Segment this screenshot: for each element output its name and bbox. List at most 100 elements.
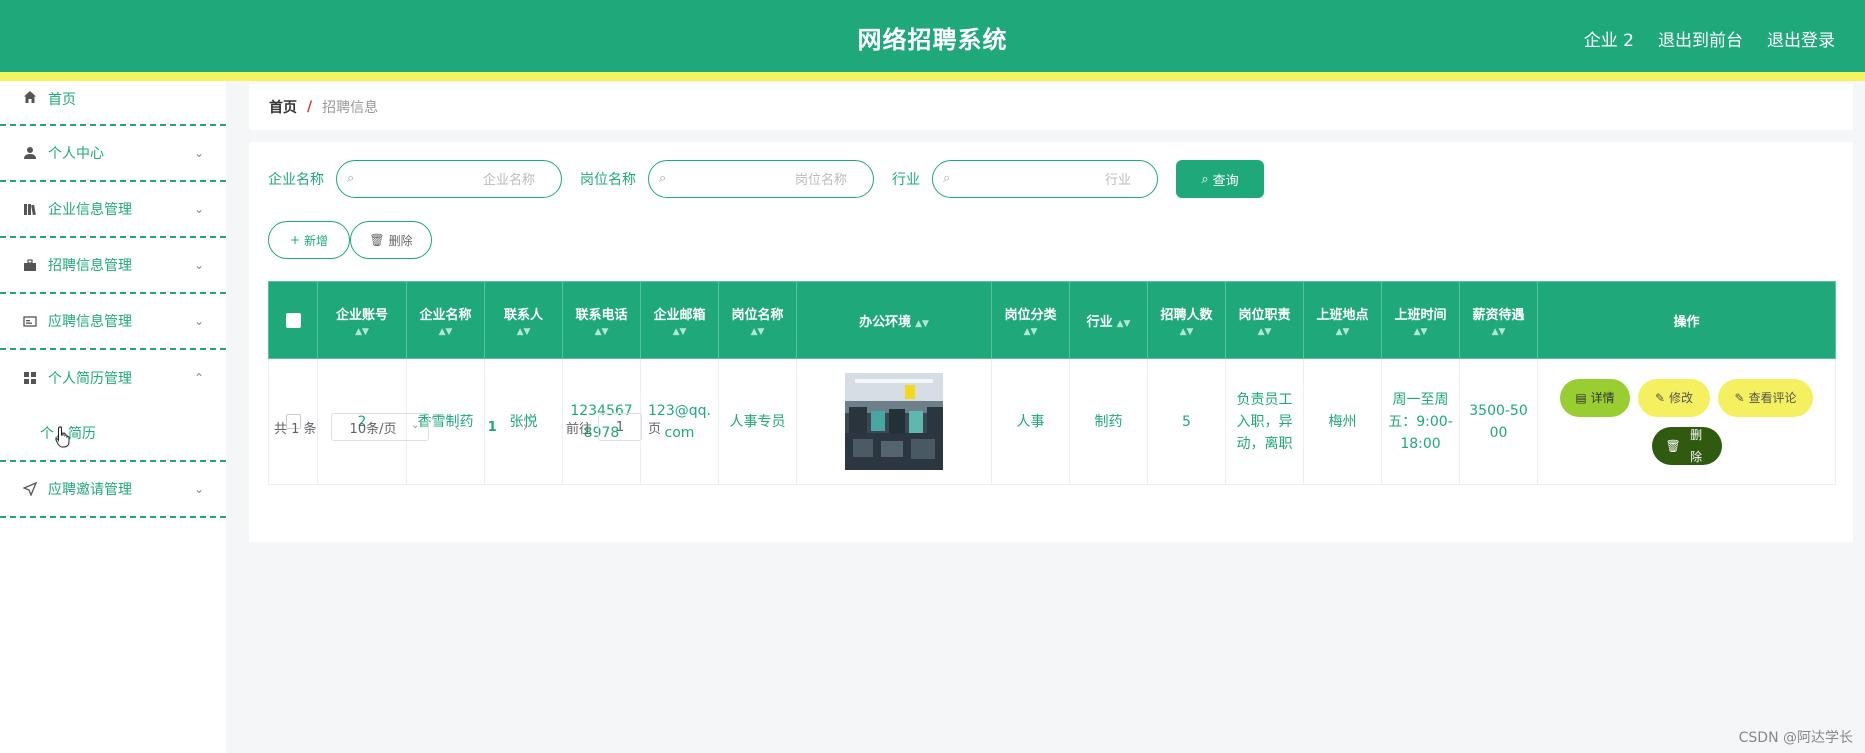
top-header: 网络招聘系统 企业 2 退出到前台 退出登录	[0, 0, 1865, 81]
add-button-label: 新增	[304, 233, 329, 248]
current-user-link[interactable]: 企业 2	[1584, 26, 1634, 51]
sidebar-item-recruitment-info[interactable]: 招聘信息管理 ⌄	[0, 238, 226, 294]
document-icon: ▤	[1575, 390, 1587, 405]
cell-salary: 3500-5000	[1459, 358, 1538, 485]
column-header-operations: 操作	[1537, 281, 1836, 359]
sort-icon: ▲▼	[750, 326, 765, 337]
cell-hours: 周一至周五：9:00-18:00	[1381, 358, 1460, 485]
sidebar-item-home[interactable]: 首页	[0, 81, 226, 126]
send-icon	[22, 481, 38, 497]
back-to-frontend-link[interactable]: 退出到前台	[1658, 26, 1743, 51]
user-icon	[22, 145, 38, 161]
sidebar-item-label: 个人中心	[48, 146, 104, 162]
goto-page-input[interactable]: 1	[598, 413, 643, 441]
next-page-icon[interactable]: ›	[523, 420, 528, 435]
goto-prefix: 前往	[566, 421, 593, 437]
office-environment-image[interactable]	[845, 373, 943, 470]
sidebar-item-company-info[interactable]: 企业信息管理 ⌄	[0, 182, 226, 238]
detail-button[interactable]: ▤ 详情	[1560, 378, 1630, 417]
column-header[interactable]: 企业账号 ▲▼	[317, 281, 407, 359]
sort-icon: ▲▼	[594, 326, 609, 337]
column-header[interactable]: 联系人 ▲▼	[484, 281, 563, 359]
column-header[interactable]: 岗位名称 ▲▼	[718, 281, 797, 359]
cell-category: 人事	[991, 358, 1070, 485]
company-name-field: ⌕	[336, 160, 562, 198]
header-links: 企业 2 退出到前台 退出登录	[1584, 26, 1835, 51]
view-reviews-button[interactable]: ✎ 查看评论	[1718, 378, 1813, 417]
watermark: CSDN @阿达学长	[1738, 730, 1853, 746]
logout-link[interactable]: 退出登录	[1767, 26, 1835, 51]
column-header[interactable]: 上班时间 ▲▼	[1381, 281, 1460, 359]
column-header[interactable]: 行业 ▲▼	[1069, 281, 1148, 359]
chevron-down-icon: ⌄	[193, 202, 204, 216]
column-header[interactable]: 上班地点 ▲▼	[1303, 281, 1382, 359]
column-header[interactable]: 联系电话 ▲▼	[562, 281, 641, 359]
search-icon: ⌕	[347, 171, 355, 186]
edit-button[interactable]: ✎ 修改	[1638, 378, 1710, 417]
position-name-label: 岗位名称	[580, 172, 636, 188]
prev-page-icon[interactable]: ‹	[455, 420, 460, 435]
sidebar-item-label: 首页	[48, 92, 76, 108]
column-header[interactable]: 办公环境 ▲▼	[796, 281, 992, 359]
table-header-row: 企业账号 ▲▼ 企业名称 ▲▼ 联系人 ▲▼ 联系电话 ▲▼ 企业邮箱 ▲▼ 岗位名称 ▲▼…	[268, 281, 1836, 359]
sidebar-item-label: 招聘信息管理	[48, 258, 132, 274]
column-header[interactable]: 岗位分类 ▲▼	[991, 281, 1070, 359]
sort-icon: ▲▼	[672, 326, 687, 337]
column-header[interactable]: 招聘人数 ▲▼	[1147, 281, 1226, 359]
chevron-up-icon: ⌃	[193, 371, 204, 385]
edit-button-label: 修改	[1669, 390, 1694, 405]
sort-icon: ▲▼	[1179, 326, 1194, 337]
sort-icon: ▲▼	[355, 326, 369, 337]
sort-icon: ▲▼	[516, 326, 531, 337]
sidebar-subitem-resume[interactable]: 个人简历	[0, 406, 226, 462]
add-button[interactable]: + 新增	[268, 221, 350, 259]
sidebar-item-personal-center[interactable]: 个人中心 ⌄	[0, 126, 226, 182]
search-bar: 企业名称 ⌕ 岗位名称 ⌕ 行业 ⌕ ⌕ 查询	[268, 160, 1264, 198]
column-header[interactable]: 薪资待遇 ▲▼	[1459, 281, 1538, 359]
sidebar-item-application-info[interactable]: 应聘信息管理 ⌄	[0, 294, 226, 350]
sort-icon: ▲▼	[1023, 326, 1038, 337]
chevron-down-icon: ⌄	[193, 146, 204, 160]
cell-industry: 制药	[1069, 358, 1148, 485]
page-number[interactable]: 1	[488, 420, 497, 435]
sidebar-item-resume-management[interactable]: 个人简历管理 ⌃	[0, 350, 226, 406]
sidebar-item-label: 应聘信息管理	[48, 314, 132, 330]
trash-icon: 🗑	[369, 233, 385, 247]
pencil-icon: ✎	[1734, 390, 1745, 405]
page-size-select[interactable]: 10条/页 ⌄	[330, 413, 429, 441]
industry-label: 行业	[892, 172, 920, 188]
sort-icon: ▲▼	[1491, 326, 1506, 337]
bulk-delete-button[interactable]: 🗑 删除	[350, 221, 432, 259]
breadcrumb-home[interactable]: 首页	[269, 97, 297, 117]
select-all-checkbox[interactable]	[285, 312, 301, 328]
view-reviews-label: 查看评论	[1748, 390, 1797, 405]
cell-position: 人事专员	[718, 358, 797, 485]
grid-icon	[22, 370, 38, 386]
column-header[interactable]: 企业名称 ▲▼	[406, 281, 485, 359]
query-button-label: 查询	[1212, 172, 1239, 188]
sort-icon: ▲▼	[1335, 326, 1350, 337]
industry-field: ⌕	[932, 160, 1158, 198]
detail-button-label: 详情	[1590, 390, 1615, 405]
sort-icon: ▲▼	[1413, 326, 1428, 337]
column-header[interactable]: 岗位职责 ▲▼	[1225, 281, 1304, 359]
column-header[interactable]: 企业邮箱 ▲▼	[640, 281, 719, 359]
sidebar-item-label: 个人简历管理	[48, 371, 132, 387]
chevron-down-icon: ⌄	[193, 314, 204, 328]
goto-suffix: 页	[648, 421, 662, 437]
sidebar-item-label: 应聘邀请管理	[48, 482, 132, 498]
id-card-icon	[22, 313, 38, 329]
sort-icon: ▲▼	[915, 318, 929, 329]
row-delete-button[interactable]: 🗑 删除	[1651, 426, 1722, 465]
sidebar-item-invitation-management[interactable]: 应聘邀请管理 ⌄	[0, 462, 226, 518]
company-name-input[interactable]	[365, 167, 537, 193]
industry-input[interactable]	[961, 167, 1133, 193]
chevron-down-icon: ⌄	[193, 258, 204, 272]
query-button[interactable]: ⌕ 查询	[1176, 160, 1264, 198]
company-name-label: 企业名称	[268, 172, 324, 188]
position-name-input[interactable]	[677, 167, 849, 193]
cell-office-image	[796, 358, 992, 485]
pagination-total: 共 1 条	[274, 421, 317, 437]
pencil-icon: ✎	[1654, 390, 1666, 405]
breadcrumb: 首页 / 招聘信息	[249, 84, 1853, 130]
